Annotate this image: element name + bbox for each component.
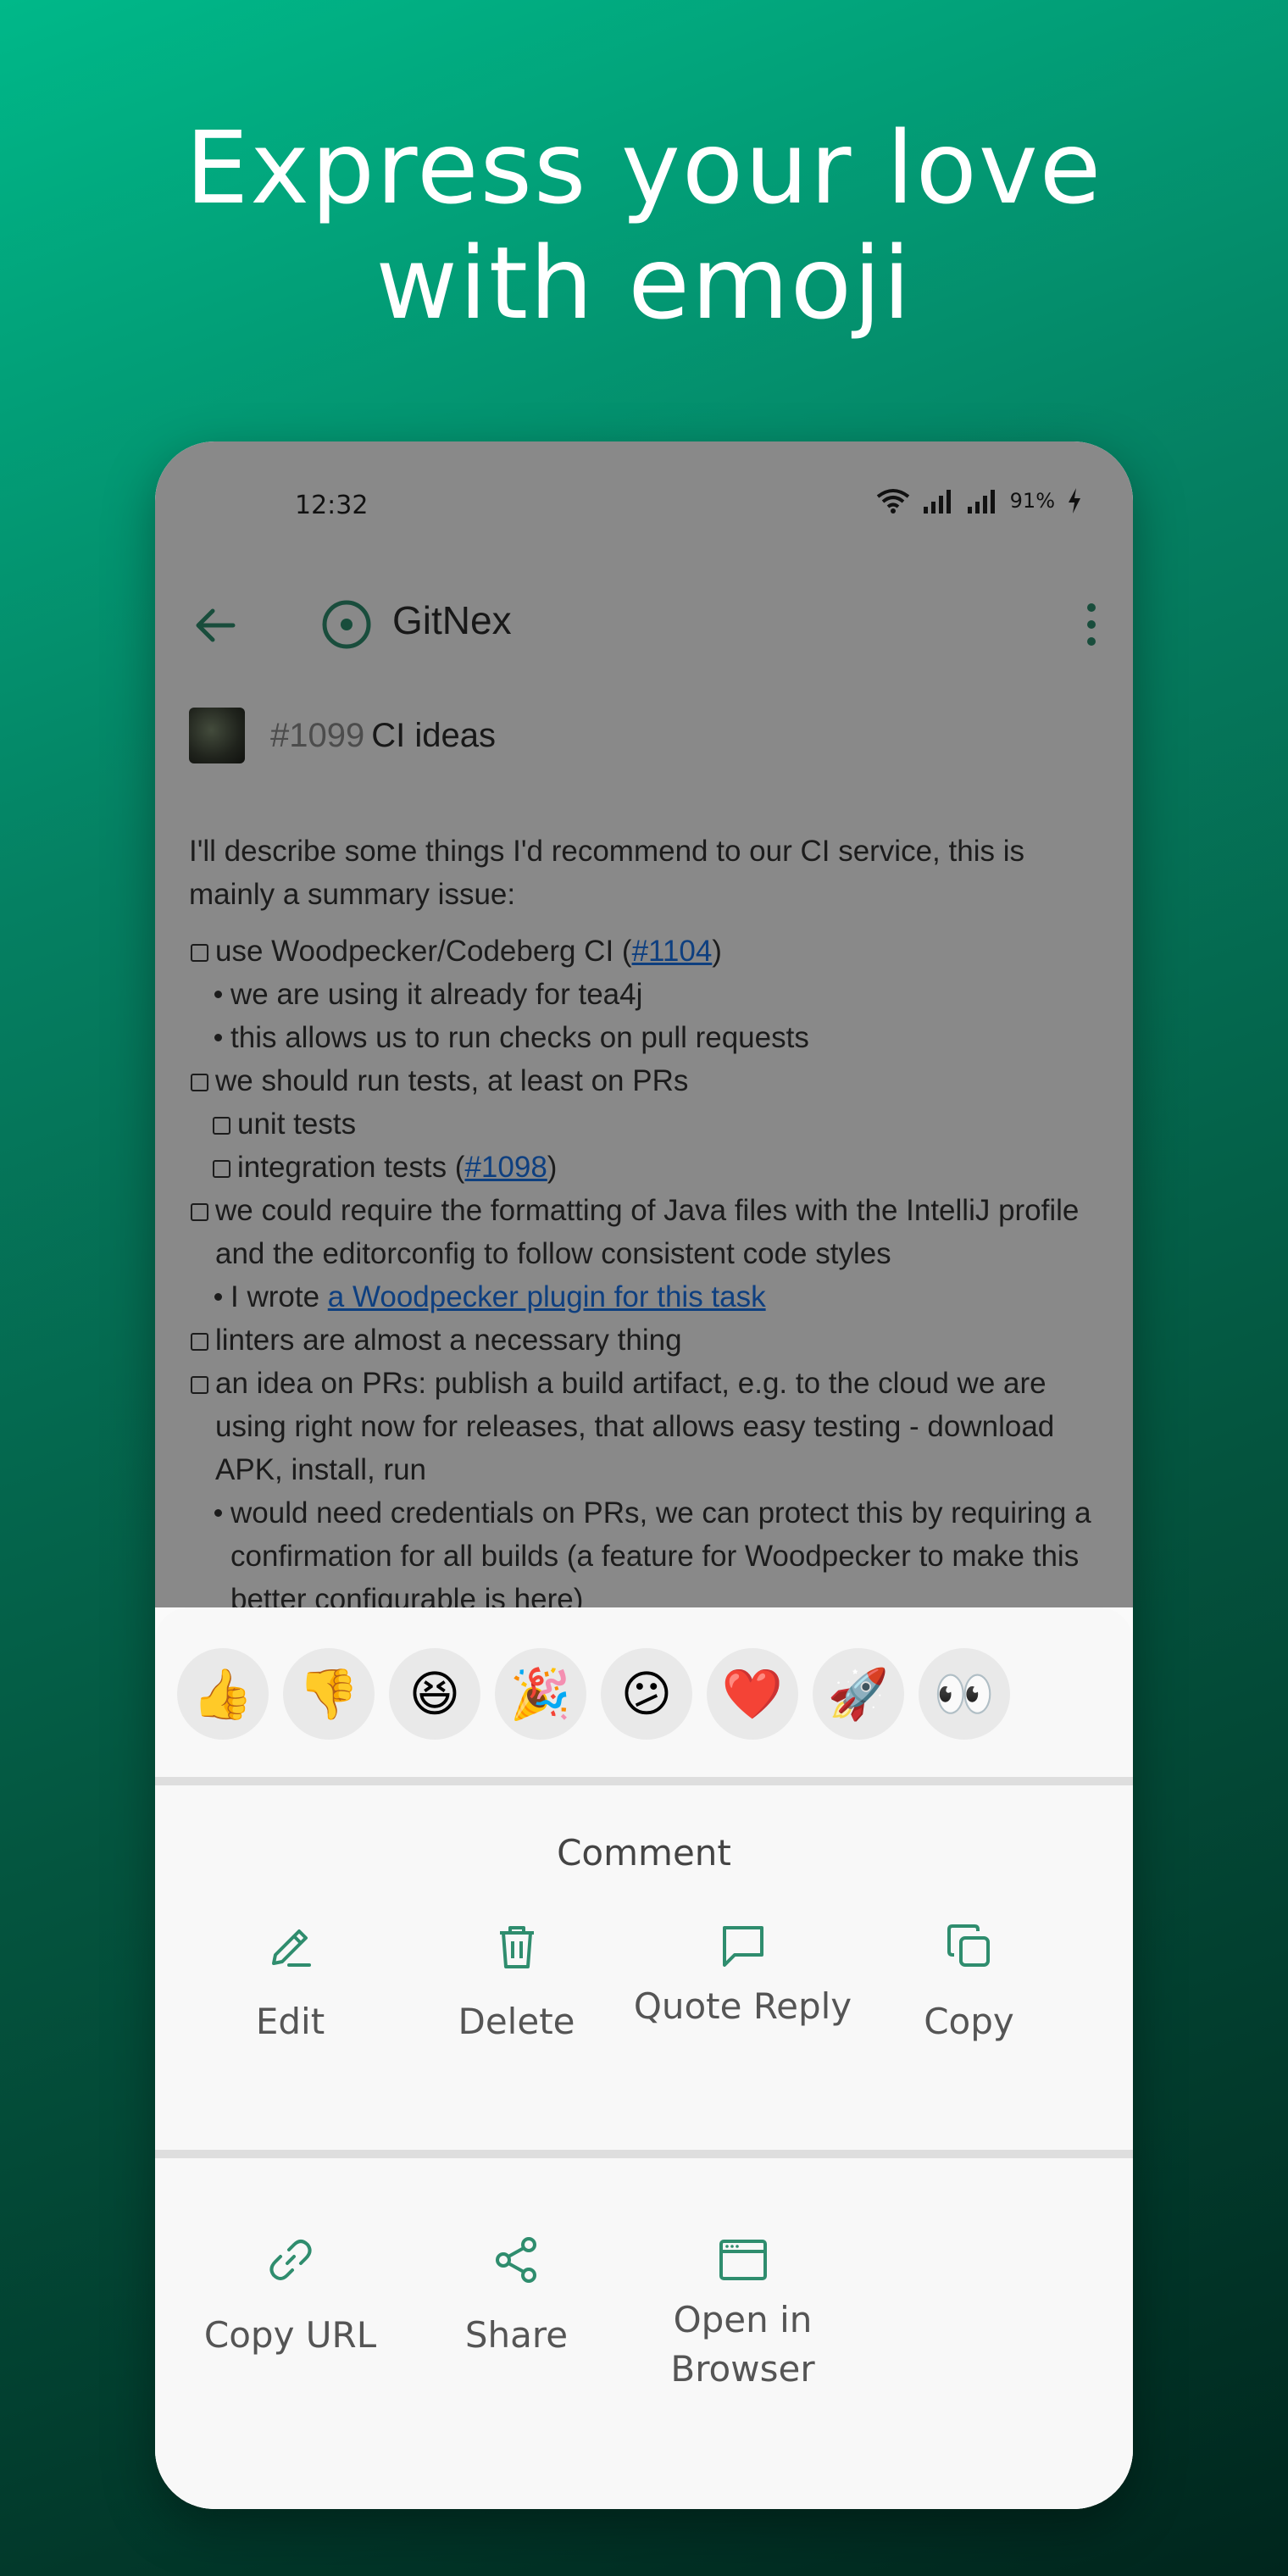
section-title: Comment — [557, 1832, 731, 1874]
reaction-laugh[interactable]: 😆 — [389, 1648, 480, 1740]
copy-url-label: Copy URL — [203, 2314, 377, 2356]
open-in-browser-button[interactable]: Open in Browser — [630, 2233, 856, 2394]
headline: Express your love with emoji — [0, 110, 1288, 341]
reaction-bar: 👍 👎 😆 🎉 😕 ❤️ 🚀 👀 — [177, 1648, 1010, 1740]
divider — [155, 2150, 1133, 2158]
copy-icon — [947, 1924, 990, 1967]
trash-icon — [499, 1926, 534, 1968]
copy-button[interactable]: Copy — [856, 1919, 1082, 2046]
divider — [155, 1777, 1133, 1785]
open-in-browser-label: Open in Browser — [670, 2299, 815, 2390]
edit-button[interactable]: Edit — [177, 1919, 403, 2046]
reaction-hooray[interactable]: 🎉 — [495, 1648, 586, 1740]
message-icon — [722, 1926, 763, 1967]
reaction-thumbs-down[interactable]: 👎 — [283, 1648, 375, 1740]
link-icon — [269, 2240, 312, 2280]
share-icon — [495, 2237, 536, 2283]
share-actions: Copy URL Share Open in Browser — [177, 2233, 1082, 2394]
reaction-thumbs-up[interactable]: 👍 — [177, 1648, 269, 1740]
share-button[interactable]: Share — [403, 2233, 630, 2394]
delete-label: Delete — [458, 2001, 575, 2042]
bottom-sheet: 👍 👎 😆 🎉 😕 ❤️ 🚀 👀 Comment Edit Delete Quo… — [155, 1607, 1133, 2509]
app-screen: 12:32 91% GitNex #1099 CI ideas I'll des… — [155, 441, 1133, 2509]
quote-reply-button[interactable]: Quote Reply — [630, 1919, 856, 2046]
reaction-confused[interactable]: 😕 — [601, 1648, 692, 1740]
reaction-eyes[interactable]: 👀 — [919, 1648, 1010, 1740]
phone-frame: 12:32 91% GitNex #1099 CI ideas I'll des… — [155, 441, 1133, 2509]
browser-window-icon — [719, 2240, 767, 2280]
headline-line-1: Express your love — [185, 109, 1103, 226]
reaction-rocket[interactable]: 🚀 — [813, 1648, 904, 1740]
copy-label: Copy — [924, 2001, 1014, 2042]
share-label: Share — [464, 2314, 569, 2356]
headline-line-2: with emoji — [375, 225, 913, 341]
pencil-icon — [271, 1929, 311, 1967]
modal-scrim[interactable] — [155, 441, 1133, 1607]
delete-button[interactable]: Delete — [403, 1919, 630, 2046]
comment-actions: Edit Delete Quote Reply Copy — [177, 1919, 1082, 2046]
copy-url-button[interactable]: Copy URL — [177, 2233, 403, 2394]
quote-reply-label: Quote Reply — [633, 1985, 852, 2027]
edit-label: Edit — [255, 2001, 325, 2042]
reaction-heart[interactable]: ❤️ — [707, 1648, 798, 1740]
